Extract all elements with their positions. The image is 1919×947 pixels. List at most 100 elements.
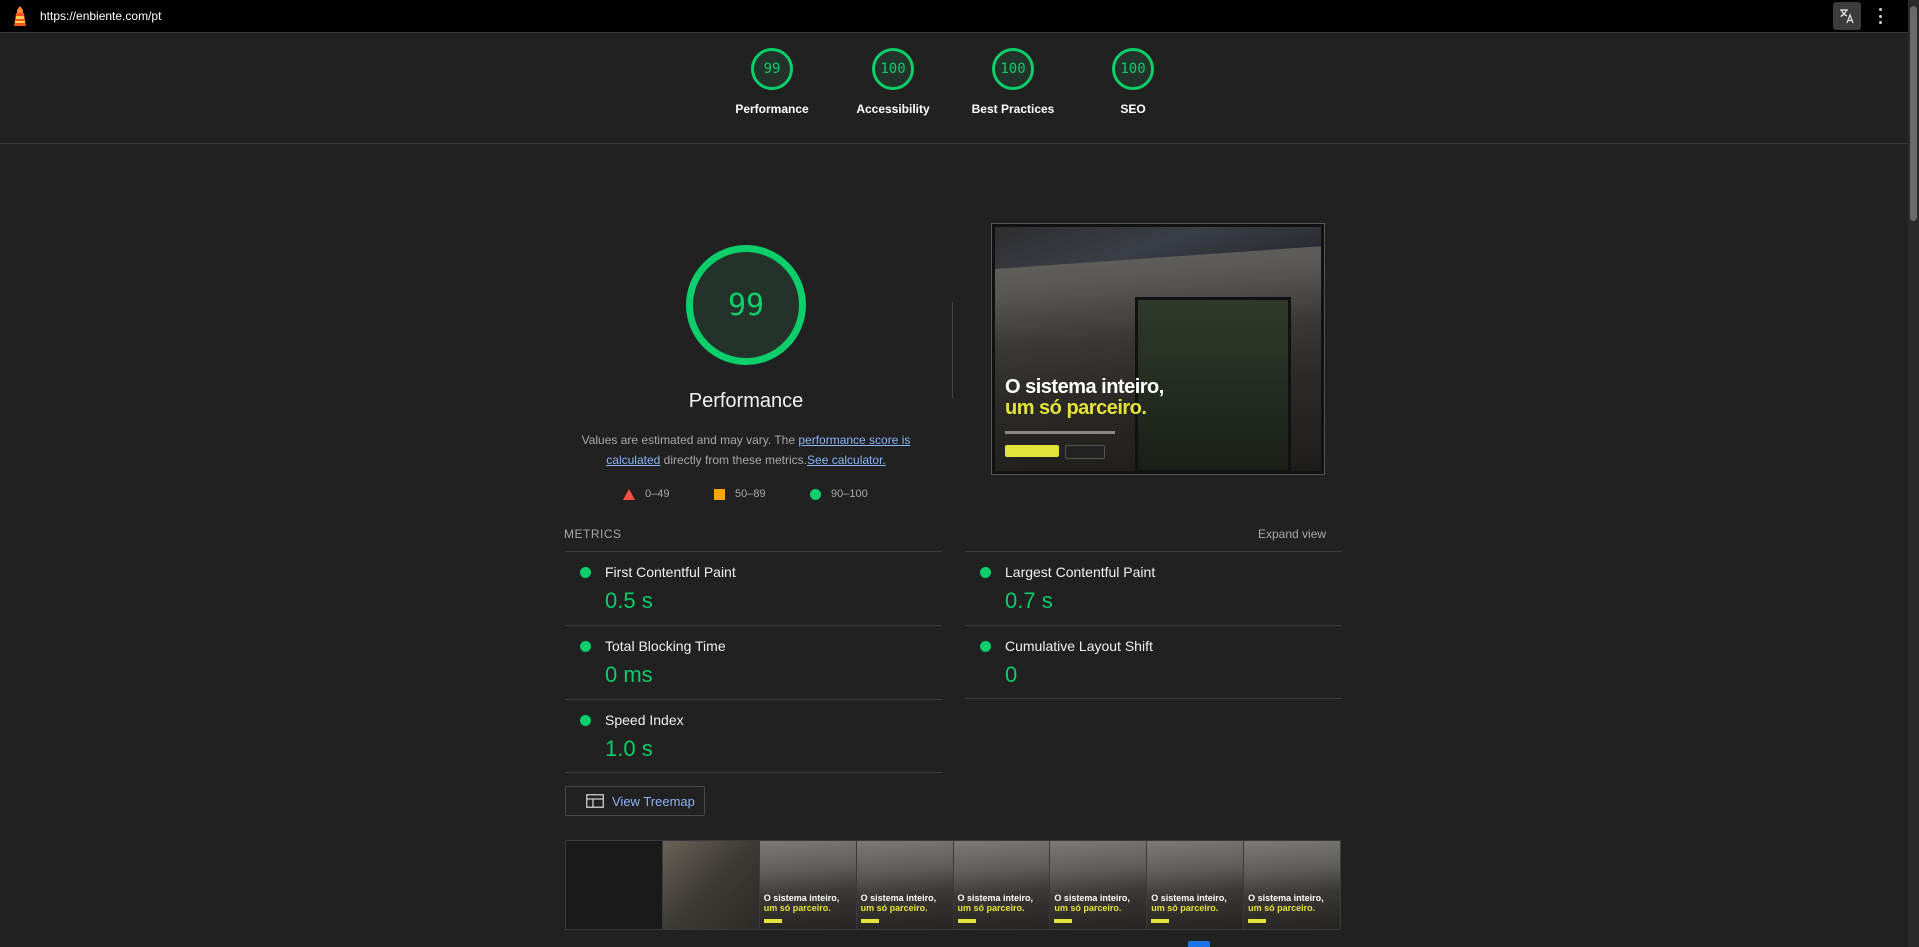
filmstrip-frame [566,841,663,929]
filmstrip-frame: O sistema inteiro, um só parceiro. [953,841,1051,929]
frame-line: um só parceiro. [1151,903,1219,913]
dot-icon [1878,14,1882,18]
frame-line: O sistema inteiro, [1151,893,1227,903]
translate-button[interactable] [1833,2,1861,30]
headline-line: O sistema inteiro, [1005,376,1164,398]
url-bar: https://enbiente.com/pt [0,0,1908,33]
performance-score-gauge: 99 [686,245,806,365]
frame-line: O sistema inteiro, [1248,893,1324,903]
gauge-performance[interactable]: 99 Performance [722,48,822,116]
expand-view-toggle[interactable]: Expand view [1258,527,1326,541]
frame-cta [1054,919,1073,923]
see-calculator-link[interactable]: See calculator. [807,453,886,467]
metric-name: Largest Contentful Paint [1005,564,1156,580]
gauge-ring: 100 [1112,48,1154,90]
metric-speed-index: Speed Index 1.0 s [565,699,942,774]
frame-line: um só parceiro. [1248,903,1316,913]
legend-average: 50–89 [714,488,766,500]
secondary-cta-graphic [1065,445,1105,459]
gauge-best-practices[interactable]: 100 Best Practices [963,48,1063,116]
toggle-hint[interactable] [1188,941,1210,947]
gauge-ring: 100 [992,48,1034,90]
more-options-button[interactable] [1872,6,1888,26]
scrollbar[interactable] [1908,0,1919,947]
frame-cta [1151,919,1170,923]
screenshot-headline: O sistema inteiro, um só parceiro. [1005,377,1164,419]
frame-line: O sistema inteiro, [957,893,1034,903]
dot-icon [1878,21,1882,24]
metric-name: Speed Index [605,712,684,728]
frame-line: um só parceiro. [860,903,928,913]
filmstrip-frame: O sistema inteiro, um só parceiro. [1050,841,1148,929]
gauge-accessibility[interactable]: 100 Accessibility [843,48,943,116]
metric-lcp: Largest Contentful Paint 0.7 s [965,551,1342,626]
gauge-seo[interactable]: 100 SEO [1083,48,1183,116]
frame-cta [1248,919,1267,923]
subtitle-bar [1005,431,1115,434]
metric-tbt: Total Blocking Time 0 ms [565,625,942,700]
view-treemap-button[interactable]: View Treemap [565,786,705,816]
frame-line: O sistema inteiro, [860,893,937,903]
frame-line: um só parceiro. [1054,903,1122,913]
frame-text: O sistema inteiro, um só parceiro. [861,893,937,913]
performance-description: Values are estimated and may vary. The p… [576,430,916,470]
metric-value: 0 ms [605,662,653,687]
dot-icon [1878,8,1882,11]
scrollbar-thumb[interactable] [1910,6,1917,221]
page-url[interactable]: https://enbiente.com/pt [40,9,161,23]
divider [965,698,1342,699]
frame-cta [957,919,976,923]
lighthouse-logo-icon [14,6,26,26]
frame-line: O sistema inteiro, [1054,893,1130,903]
square-icon [714,488,725,500]
metric-name: Total Blocking Time [605,638,726,654]
pass-circle-icon [580,641,591,652]
translate-icon [1840,9,1854,24]
metric-value: 0 [1005,662,1018,687]
frame-text: O sistema inteiro, um só parceiro. [1151,893,1227,913]
roof-graphic [995,227,1321,269]
headline-line: um só parceiro. [1005,397,1147,419]
desc-text: Values are estimated and may vary. The [581,433,799,447]
metric-name: First Contentful Paint [605,564,736,580]
filmstrip-frame: O sistema inteiro, um só parceiro. [856,841,954,929]
metric-cls: Cumulative Layout Shift 0 [965,625,1342,700]
frame-text: O sistema inteiro, um só parceiro. [1248,893,1324,913]
metric-fcp: First Contentful Paint 0.5 s [565,551,942,626]
frame-line: O sistema inteiro, [763,893,840,903]
gauge-ring: 99 [751,48,793,90]
pass-circle-icon [580,567,591,578]
metric-value: 0.5 s [605,588,653,613]
divider [952,302,953,398]
filmstrip-frame [662,841,760,929]
treemap-label: View Treemap [612,793,695,809]
treemap-icon [586,794,604,808]
metric-value: 0.7 s [1005,588,1053,613]
frame-text: O sistema inteiro, um só parceiro. [764,893,840,913]
gauge-ring: 100 [872,48,914,90]
triangle-icon [623,488,635,500]
gauge-label: Accessibility [856,102,930,116]
metric-value: 1.0 s [605,736,653,761]
gauge-label: SEO [1120,102,1146,116]
filmstrip-frame: O sistema inteiro, um só parceiro. [1244,841,1340,929]
final-screenshot[interactable]: O sistema inteiro, um só parceiro. [991,223,1325,475]
pass-circle-icon [580,715,591,726]
legend-range: 0–49 [645,488,670,500]
divider [565,772,942,773]
frame-line: um só parceiro. [763,903,831,913]
filmstrip-frame: O sistema inteiro, um só parceiro. [759,841,857,929]
legend-range: 90–100 [831,488,868,500]
frame-cta [860,919,879,923]
pass-circle-icon [980,567,991,578]
frame-line: um só parceiro. [957,903,1025,913]
filmstrip-frame: O sistema inteiro, um só parceiro. [1147,841,1245,929]
legend-fail: 0–49 [623,488,669,500]
filmstrip: O sistema inteiro, um só parceiro. O sist… [565,840,1341,930]
legend-pass: 90–100 [810,488,868,500]
desc-text: directly from these metrics. [660,453,808,467]
frame-text: O sistema inteiro, um só parceiro. [958,893,1034,913]
circle-icon [810,488,821,500]
metrics-heading: METRICS [564,527,622,541]
screenshot-image: O sistema inteiro, um só parceiro. [995,227,1321,471]
